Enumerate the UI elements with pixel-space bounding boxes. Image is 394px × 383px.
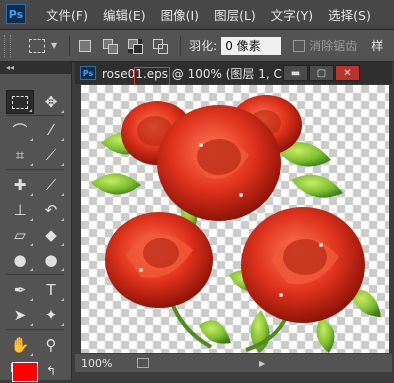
maximize-button[interactable]: ▢ [309,65,334,81]
history-brush-tool-icon[interactable]: ↶ [37,198,65,222]
healing-brush-tool-icon[interactable]: ✚ [6,173,34,197]
document-window: Ps rose01.eps @ 100% (图层 1, C... ▬ ▢ ✕ 1… [75,62,392,378]
foreground-color-swatch[interactable] [12,362,38,382]
canvas[interactable] [81,85,389,353]
divider [69,35,71,56]
intersect-selection-icon[interactable] [153,38,169,54]
menu-file[interactable]: 文件(F) [46,5,88,24]
rect-marquee-tool-icon[interactable] [6,90,34,114]
divider [180,35,182,56]
feather-label: 羽化: [189,39,218,53]
custom-shape-tool-icon[interactable]: ✦ [37,303,65,327]
document-ps-icon: Ps [80,66,96,80]
menu-select[interactable]: 选择(S) [328,5,371,24]
subtract-from-selection-icon[interactable] [128,38,144,54]
blur-tool-icon[interactable]: ● [6,248,34,272]
document-title: rose01.eps @ 100% (图层 1, C... [102,65,298,82]
path-selection-tool-icon[interactable]: ➤ [6,303,34,327]
toolbox-collapse-icon[interactable]: ◂◂ [0,61,71,74]
status-scroll-arrow-icon[interactable]: ▶ [259,359,265,368]
move-tool-icon[interactable]: ✥ [37,90,65,114]
swap-colors-icon[interactable]: ↰ [37,359,65,383]
style-label: 样 [371,39,384,53]
feather-input[interactable]: 0 像素 [221,36,282,55]
lasso-tool-icon[interactable]: ⌒ [6,118,34,142]
menu-edit[interactable]: 编辑(E) [103,5,146,24]
hand-tool-icon[interactable]: ✋ [6,333,34,357]
clone-stamp-tool-icon[interactable]: ⊥ [6,198,34,222]
crop-tool-icon[interactable]: ⌗ [6,143,34,167]
roses-artwork [91,95,381,353]
menu-layer[interactable]: 图层(L) [214,5,256,24]
menu-type[interactable]: 文字(Y) [271,5,313,24]
filename-highlight-box [134,67,170,87]
menu-bar: Ps 文件(F) 编辑(E) 图像(I) 图层(L) 文字(Y) 选择(S) [0,0,394,28]
dodge-tool-icon[interactable]: ● [37,248,65,272]
magic-wand-tool-icon[interactable]: ⁄ [37,118,65,142]
options-bar: ▼ 羽化: 0 像素 消除锯齿 样 [0,29,394,62]
eraser-tool-icon[interactable]: ▱ [6,223,34,247]
antialias-label: 消除锯齿 [309,39,358,53]
document-title-rest: @ 100% (图层 1, C... [167,66,294,81]
tool-preset-dropdown-icon[interactable]: ▼ [51,41,57,50]
status-info-icon[interactable] [137,358,149,368]
toolbox: ◂◂ ✥ ⌒ ⁄ ⌗ ⟋ ✚ ⟋ ⊥ ↶ ▱ ◆ ● ● ✒ T ➤ ✦ ✋ ⚲… [0,61,72,380]
eyedropper-tool-icon[interactable]: ⟋ [37,143,65,167]
minimize-button[interactable]: ▬ [283,65,308,81]
photoshop-logo: Ps [6,4,26,24]
status-bar: 100% ▶ [75,354,392,372]
brush-tool-icon[interactable]: ⟋ [37,173,65,197]
document-title-bar[interactable]: Ps rose01.eps @ 100% (图层 1, C... ▬ ▢ ✕ [75,62,392,84]
antialias-checkbox[interactable] [293,39,306,52]
add-to-selection-icon[interactable] [103,38,119,54]
new-selection-icon[interactable] [78,39,92,53]
close-button[interactable]: ✕ [335,65,360,81]
pen-tool-icon[interactable]: ✒ [6,278,34,302]
zoom-level[interactable]: 100% [81,357,121,370]
paint-bucket-tool-icon[interactable]: ◆ [37,223,65,247]
tool-preset-marquee-icon[interactable] [29,38,45,53]
options-bar-grip[interactable] [4,34,11,57]
type-tool-icon[interactable]: T [37,278,65,302]
zoom-tool-icon[interactable]: ⚲ [37,333,65,357]
menu-image[interactable]: 图像(I) [161,5,199,24]
